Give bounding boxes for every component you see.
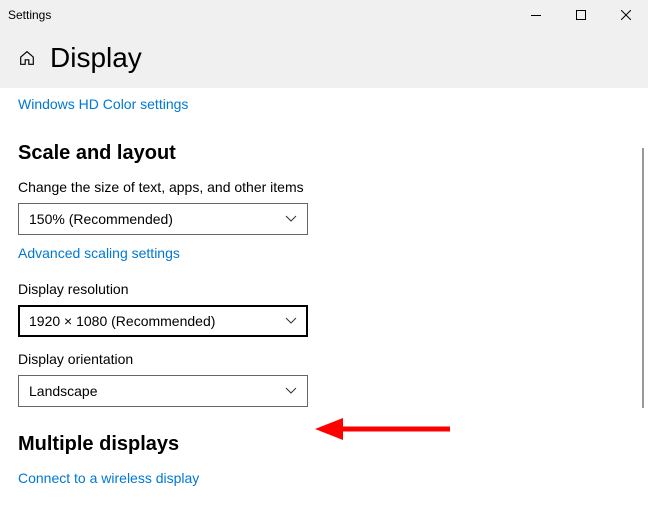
hd-color-settings-link[interactable]: Windows HD Color settings	[18, 96, 188, 112]
section-multiple-displays: Multiple displays	[18, 433, 630, 456]
content-area: Windows HD Color settings Scale and layo…	[0, 88, 648, 524]
titlebar: Settings	[0, 0, 648, 30]
scale-value: 150% (Recommended)	[29, 211, 173, 227]
advanced-scaling-link[interactable]: Advanced scaling settings	[18, 245, 180, 261]
scale-label: Change the size of text, apps, and other…	[18, 179, 630, 195]
orientation-label: Display orientation	[18, 351, 630, 367]
maximize-button[interactable]	[558, 0, 603, 30]
resolution-label: Display resolution	[18, 281, 630, 297]
window-title: Settings	[8, 8, 51, 22]
chevron-down-icon	[285, 313, 297, 329]
scale-dropdown[interactable]: 150% (Recommended)	[18, 203, 308, 235]
window-controls	[513, 0, 648, 30]
orientation-value: Landscape	[29, 383, 98, 399]
section-scale-layout: Scale and layout	[18, 142, 630, 165]
resolution-dropdown[interactable]: 1920 × 1080 (Recommended)	[18, 305, 308, 337]
resolution-value: 1920 × 1080 (Recommended)	[29, 313, 215, 329]
wireless-display-link[interactable]: Connect to a wireless display	[18, 470, 199, 486]
scrollbar[interactable]	[642, 148, 644, 408]
orientation-dropdown[interactable]: Landscape	[18, 375, 308, 407]
home-icon[interactable]	[18, 49, 36, 67]
page-title: Display	[50, 42, 142, 74]
chevron-down-icon	[285, 383, 297, 399]
header: Display	[0, 30, 648, 88]
minimize-button[interactable]	[513, 0, 558, 30]
close-button[interactable]	[603, 0, 648, 30]
chevron-down-icon	[285, 211, 297, 227]
